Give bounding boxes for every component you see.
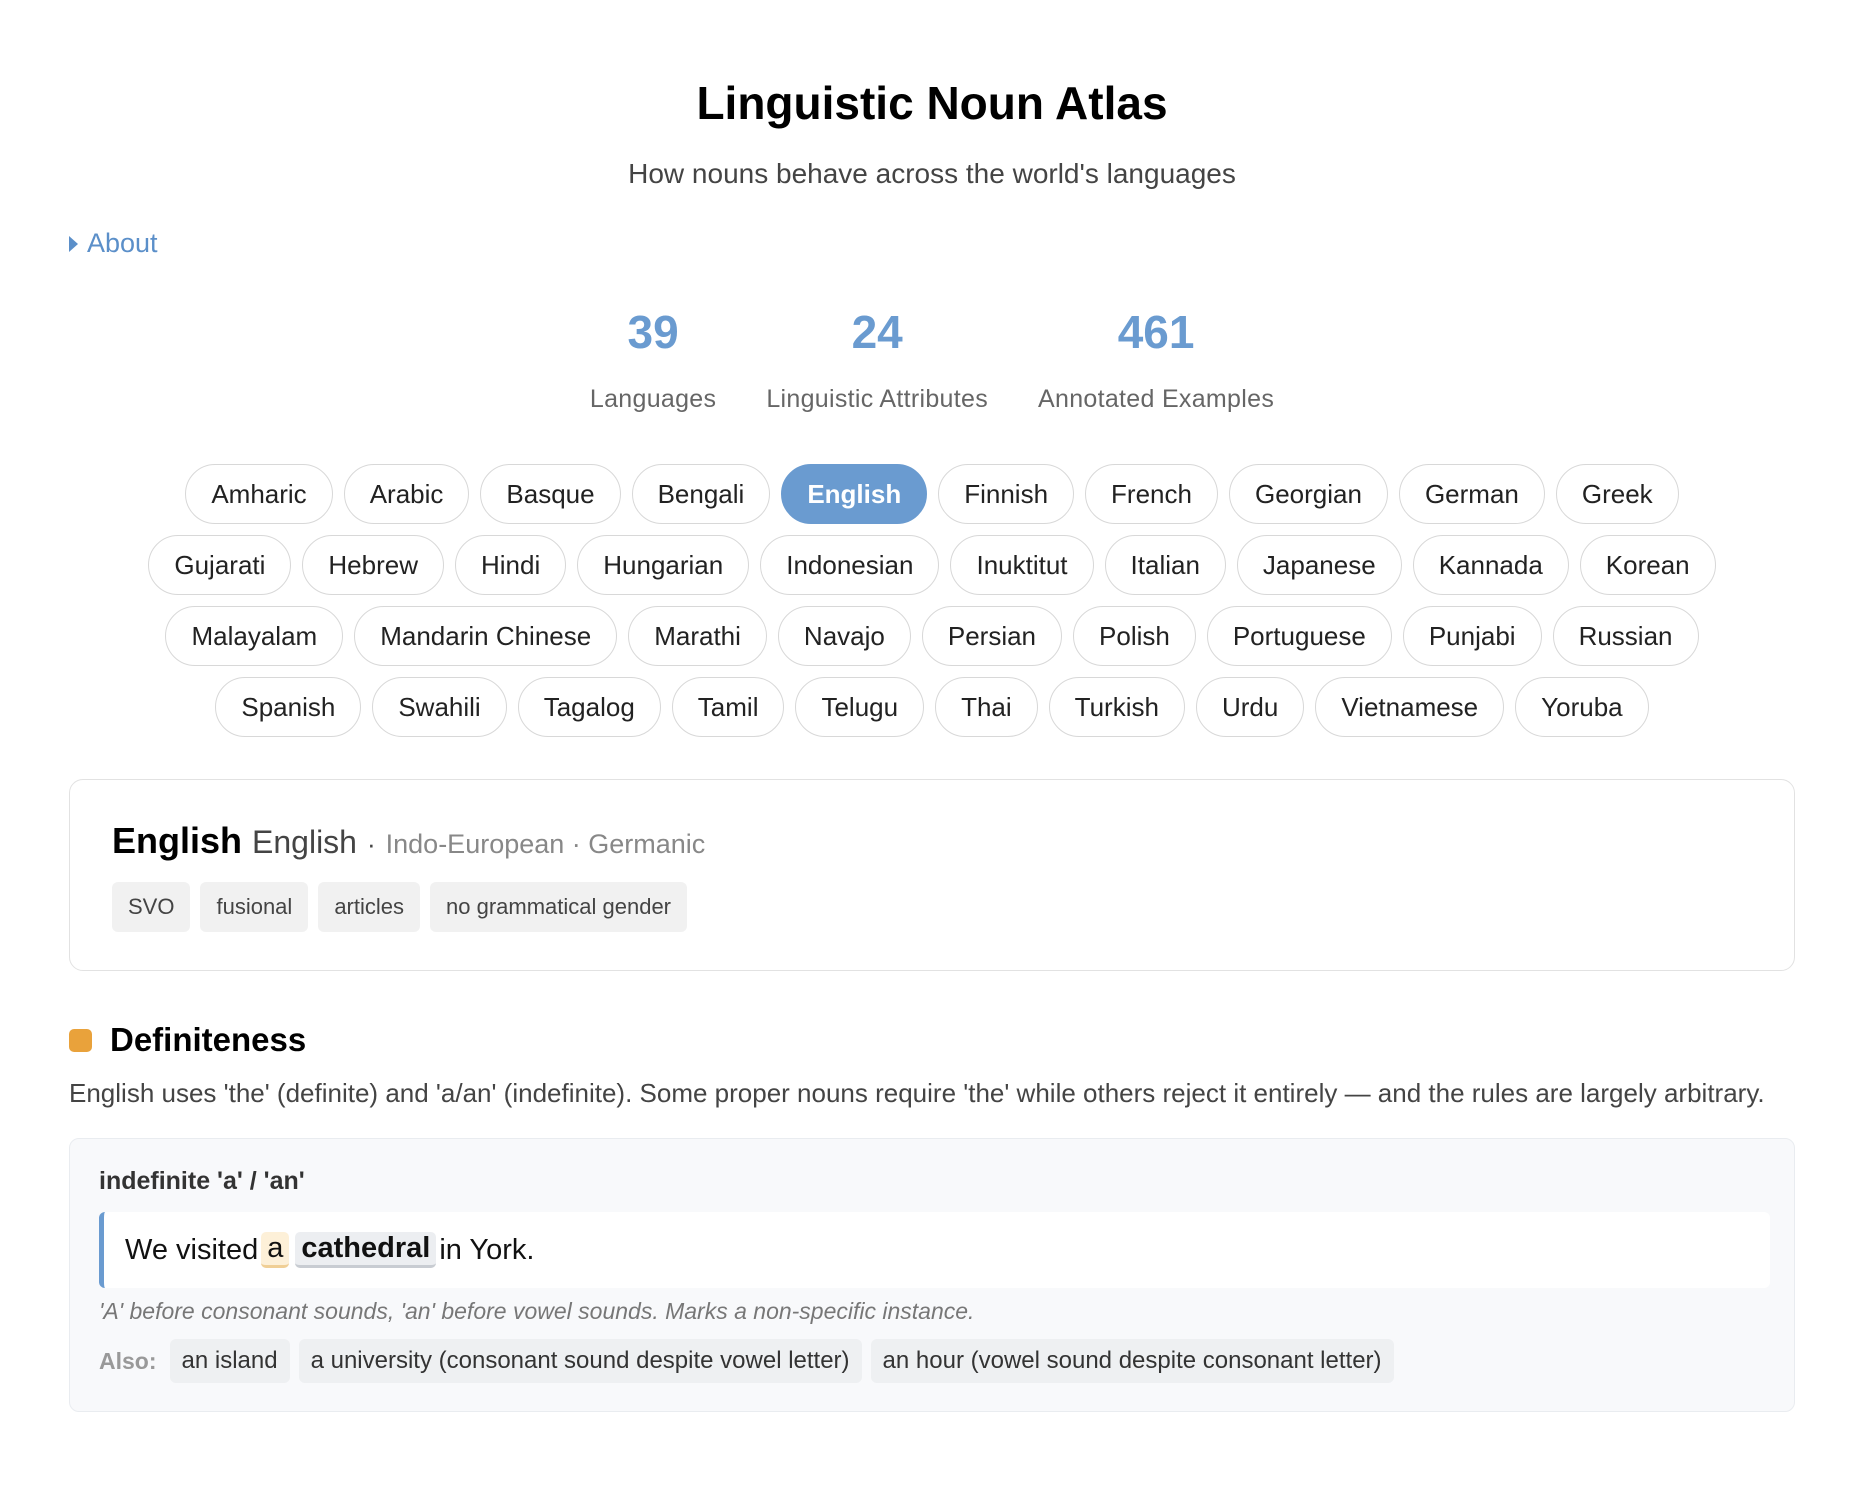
- language-name: English: [112, 820, 243, 861]
- language-pill-bengali[interactable]: Bengali: [631, 464, 771, 524]
- language-pill-georgian[interactable]: Georgian: [1228, 464, 1388, 524]
- language-pill-yoruba[interactable]: Yoruba: [1515, 677, 1649, 737]
- language-pill-indonesian[interactable]: Indonesian: [760, 535, 940, 595]
- article-highlight: a: [261, 1232, 290, 1268]
- language-family: Indo-European · Germanic: [385, 829, 706, 859]
- page-subtitle: How nouns behave across the world's lang…: [628, 158, 1236, 189]
- language-tags: SVO fusional articles no grammatical gen…: [112, 882, 1752, 932]
- about-label: About: [87, 228, 158, 258]
- language-pill-swahili[interactable]: Swahili: [372, 677, 507, 737]
- language-pill-japanese[interactable]: Japanese: [1236, 535, 1402, 595]
- stat-examples: 461 Annotated Examples: [1038, 309, 1274, 414]
- stat-languages: 39 Languages: [590, 309, 716, 414]
- language-pill-vietnamese[interactable]: Vietnamese: [1315, 677, 1505, 737]
- stat-value: 39: [627, 306, 679, 358]
- language-pill-amharic[interactable]: Amharic: [185, 464, 333, 524]
- also-chip: an hour (vowel sound despite consonant l…: [870, 1339, 1394, 1383]
- language-card: English English · Indo-European · German…: [69, 779, 1795, 971]
- stats-bar: 39 Languages 24 Linguistic Attributes 46…: [69, 309, 1795, 414]
- section-description: English uses 'the' (definite) and 'a/an'…: [69, 1078, 1765, 1108]
- stat-label: Annotated Examples: [1038, 385, 1275, 413]
- language-card-header: English English · Indo-European · German…: [112, 820, 1752, 862]
- language-selector: Amharic Arabic Basque Bengali English Finnish…: [69, 464, 1795, 737]
- noun-highlight: cathedral: [295, 1232, 437, 1268]
- language-pill-tamil[interactable]: Tamil: [671, 677, 785, 737]
- language-pill-russian[interactable]: Russian: [1552, 606, 1699, 666]
- language-pill-hebrew[interactable]: Hebrew: [302, 535, 444, 595]
- language-pill-spanish[interactable]: Spanish: [215, 677, 362, 737]
- example-note: 'A' before consonant sounds, 'an' before…: [99, 1298, 975, 1324]
- language-pill-persian[interactable]: Persian: [921, 606, 1063, 666]
- language-pill-portuguese[interactable]: Portuguese: [1206, 606, 1392, 666]
- language-pill-telugu[interactable]: Telugu: [795, 677, 925, 737]
- stat-value: 24: [851, 306, 903, 358]
- example-sentence: We visited a cathedral in York.: [99, 1212, 1770, 1288]
- sentence-text: We visited: [125, 1233, 259, 1266]
- language-pill-inuktitut[interactable]: Inuktitut: [950, 535, 1094, 595]
- language-pill-hungarian[interactable]: Hungarian: [577, 535, 750, 595]
- language-pill-english[interactable]: English: [781, 464, 928, 524]
- language-pill-finnish[interactable]: Finnish: [938, 464, 1075, 524]
- language-pill-korean[interactable]: Korean: [1579, 535, 1716, 595]
- language-pill-hindi[interactable]: Hindi: [455, 535, 567, 595]
- example-card: indefinite 'a' / 'an' We visited a cathed…: [69, 1138, 1795, 1412]
- stat-label: Linguistic Attributes: [766, 385, 989, 413]
- also-label: Also:: [99, 1347, 157, 1374]
- language-pill-greek[interactable]: Greek: [1555, 464, 1679, 524]
- language-tag: SVO: [112, 882, 191, 932]
- example-title: indefinite 'a' / 'an': [99, 1167, 305, 1195]
- language-pill-marathi[interactable]: Marathi: [628, 606, 767, 666]
- language-pill-urdu[interactable]: Urdu: [1195, 677, 1305, 737]
- language-pill-gujarati[interactable]: Gujarati: [148, 535, 292, 595]
- language-pill-malayalam[interactable]: Malayalam: [165, 606, 344, 666]
- language-pill-tagalog[interactable]: Tagalog: [517, 677, 661, 737]
- about-toggle[interactable]: About: [69, 228, 158, 259]
- language-pill-turkish[interactable]: Turkish: [1048, 677, 1185, 737]
- language-tag: fusional: [200, 882, 309, 932]
- language-pill-navajo[interactable]: Navajo: [777, 606, 911, 666]
- language-pill-polish[interactable]: Polish: [1073, 606, 1196, 666]
- page: Linguistic Noun Atlas How nouns behave a…: [0, 0, 1864, 1512]
- section-header: Definiteness: [69, 1021, 1795, 1059]
- stat-label: Languages: [589, 385, 717, 413]
- language-tag: articles: [318, 882, 420, 932]
- separator-dot: ·: [366, 829, 376, 859]
- language-tag: no grammatical gender: [430, 882, 688, 932]
- language-native-name: English: [252, 824, 357, 860]
- also-chip: a university (consonant sound despite vo…: [298, 1339, 862, 1383]
- section-color-swatch: [69, 1028, 92, 1052]
- also-examples: Also: an island a university (consonant …: [99, 1339, 1770, 1383]
- stat-attributes: 24 Linguistic Attributes: [766, 309, 988, 414]
- also-chip: an island: [169, 1339, 290, 1383]
- language-pill-french[interactable]: French: [1085, 464, 1218, 524]
- caret-right-icon: [69, 235, 78, 252]
- section-title: Definiteness: [110, 1021, 307, 1058]
- language-pill-thai[interactable]: Thai: [935, 677, 1038, 737]
- language-pill-arabic[interactable]: Arabic: [343, 464, 470, 524]
- sentence-text: in York.: [439, 1233, 535, 1266]
- language-pill-basque[interactable]: Basque: [480, 464, 621, 524]
- language-pill-mandarin-chinese[interactable]: Mandarin Chinese: [354, 606, 618, 666]
- language-pill-punjabi[interactable]: Punjabi: [1402, 606, 1542, 666]
- page-title: Linguistic Noun Atlas: [696, 77, 1168, 129]
- stat-value: 461: [1117, 306, 1195, 358]
- language-pill-german[interactable]: German: [1398, 464, 1545, 524]
- language-pill-kannada[interactable]: Kannada: [1412, 535, 1569, 595]
- language-pill-italian[interactable]: Italian: [1104, 535, 1226, 595]
